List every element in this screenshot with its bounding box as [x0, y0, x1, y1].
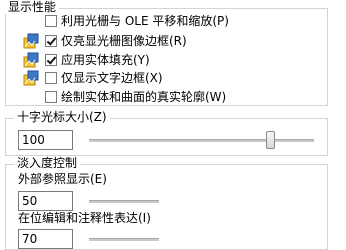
xref-display-input[interactable]: 50 [18, 191, 73, 211]
raster-ole-pan-zoom-label[interactable]: 利用光栅与 OLE 平移和缩放(P) [61, 13, 229, 29]
drawing-settings-icon [23, 52, 39, 68]
drawing-settings-icon [23, 33, 39, 49]
raster-ole-pan-zoom-checkbox[interactable] [45, 15, 57, 27]
crosshair-size-input[interactable]: 100 [18, 130, 73, 150]
crosshair-size-slider-thumb[interactable] [266, 131, 275, 149]
apply-solid-fill-label[interactable]: 应用实体填充(Y) [61, 52, 150, 68]
drawing-settings-icon [23, 70, 39, 86]
true-silhouettes-checkbox[interactable] [45, 91, 57, 103]
crosshair-size-title: 十字光标大小(Z) [14, 110, 110, 124]
show-text-boundary-checkbox[interactable] [45, 72, 57, 84]
options-panel: 显示性能 利用光栅与 OLE 平移和缩放(P) 仅亮显光栅图像边框(R) 应用实… [0, 0, 346, 250]
crosshair-size-slider-track[interactable] [89, 139, 314, 142]
inplace-edit-input[interactable]: 70 [18, 229, 73, 249]
display-performance-title: 显示性能 [5, 0, 60, 14]
show-text-boundary-label[interactable]: 仅显示文字边框(X) [61, 70, 163, 86]
inplace-edit-label: 在位编辑和注释性表达(I) [18, 211, 151, 225]
highlight-raster-frame-checkbox[interactable] [45, 35, 57, 47]
highlight-raster-frame-label[interactable]: 仅亮显光栅图像边框(R) [61, 33, 187, 49]
inplace-edit-slider-track[interactable] [89, 238, 159, 241]
true-silhouettes-label[interactable]: 绘制实体和曲面的真实轮廓(W) [61, 89, 226, 105]
xref-display-slider-track[interactable] [89, 200, 159, 203]
fade-control-title: 淡入度控制 [14, 156, 81, 170]
xref-display-label: 外部参照显示(E) [18, 172, 107, 186]
apply-solid-fill-checkbox[interactable] [45, 54, 57, 66]
